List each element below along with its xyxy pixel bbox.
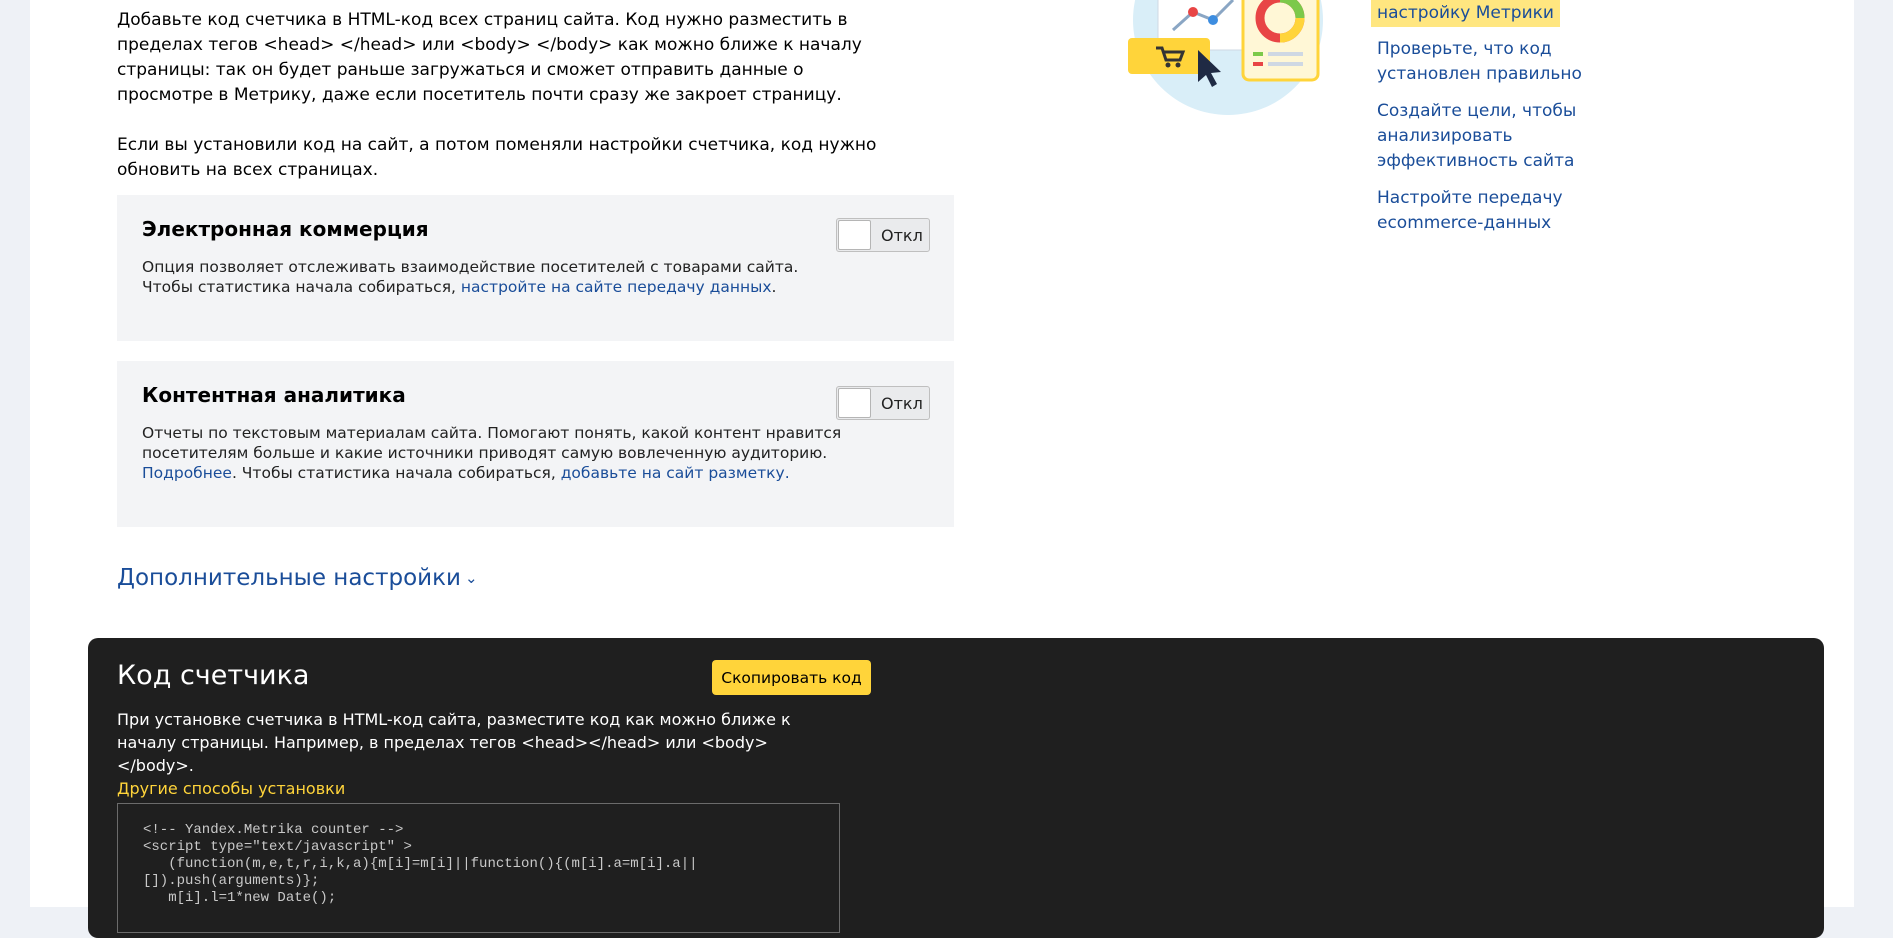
ecommerce-desc-suffix: . [771, 278, 777, 296]
content-analytics-title: Контентная аналитика [142, 383, 406, 407]
ecommerce-description: Опция позволяет отслеживать взаимодейств… [142, 257, 842, 297]
toggle-label: Откл [881, 394, 923, 413]
other-methods-link[interactable]: Другие способы установки [117, 779, 345, 798]
sidebar-link-create-goals[interactable]: Создайте цели, чтобы анализировать эффек… [1377, 99, 1637, 174]
toggle-label: Откл [881, 226, 923, 245]
metrika-illustration-icon [1128, 0, 1323, 115]
counter-code-description: При установке счетчика в HTML-код сайта,… [117, 708, 837, 800]
ecommerce-section: Электронная коммерция Откл Опция позволя… [117, 195, 954, 341]
counter-code-title: Код счетчика [117, 660, 310, 691]
content-analytics-description: Отчеты по текстовым материалам сайта. По… [142, 423, 842, 483]
sidebar-links: настройку Метрики Проверьте, что код уст… [1371, 0, 1637, 248]
toggle-knob [838, 388, 871, 418]
ecommerce-setup-link[interactable]: настройте на сайте передачу данных [461, 278, 772, 296]
ecommerce-title: Электронная коммерция [142, 217, 429, 241]
sidebar-link-ecommerce[interactable]: Настройте передачу ecommerce-данных [1377, 186, 1637, 236]
sidebar-link-check-code[interactable]: Проверьте, что код установлен правильно [1377, 37, 1637, 87]
toggle-knob [838, 220, 871, 250]
ecommerce-toggle[interactable]: Откл [836, 218, 930, 252]
content-analytics-desc-text: Отчеты по текстовым материалам сайта. По… [142, 424, 842, 462]
counter-code-desc-text: При установке счетчика в HTML-код сайта,… [117, 710, 791, 775]
advanced-settings-label: Дополнительные настройки [117, 565, 461, 591]
content-analytics-middle-text: . Чтобы статистика начала собираться, [231, 464, 561, 482]
advanced-settings-link[interactable]: Дополнительные настройки ⌄ [117, 565, 478, 591]
content-analytics-section: Контентная аналитика Откл Отчеты по текс… [117, 361, 954, 527]
copy-code-button[interactable]: Скопировать код [712, 660, 871, 695]
more-link[interactable]: Подробнее [142, 464, 232, 482]
content-analytics-toggle[interactable]: Откл [836, 386, 930, 420]
code-content: <!-- Yandex.Metrika counter --> <script … [143, 822, 698, 906]
intro-paragraph-2: Если вы установили код на сайт, а потом … [117, 135, 877, 180]
ecommerce-desc-line1: Опция позволяет отслеживать взаимодейств… [142, 258, 799, 276]
sidebar-highlight-link[interactable]: настройку Метрики [1371, 0, 1560, 27]
intro-text: Добавьте код счетчика в HTML-код всех ст… [117, 8, 877, 208]
ecommerce-desc-prefix: Чтобы статистика начала собираться, [142, 278, 461, 296]
intro-paragraph-1: Добавьте код счетчика в HTML-код всех ст… [117, 10, 862, 105]
add-markup-link[interactable]: добавьте на сайт разметку. [561, 464, 790, 482]
chevron-down-icon: ⌄ [464, 569, 478, 587]
page-container: Добавьте код счетчика в HTML-код всех ст… [30, 0, 1854, 938]
code-textarea[interactable]: <!-- Yandex.Metrika counter --> <script … [117, 803, 840, 933]
counter-code-panel: Код счетчика Скопировать код При установ… [88, 638, 1824, 938]
